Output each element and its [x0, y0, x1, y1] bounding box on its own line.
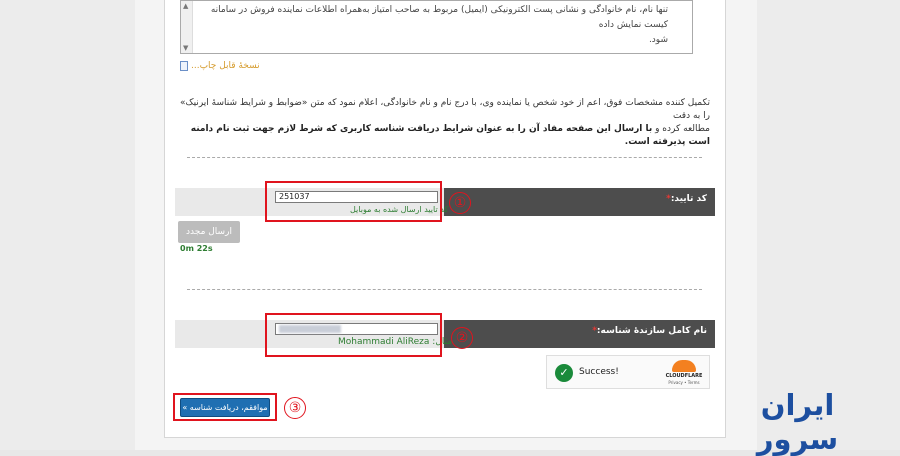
iranserver-logo: ایران سرور	[756, 388, 839, 456]
terms-line: مطالعه کرده و با ارسال این صفحه مفاد آن …	[180, 123, 710, 149]
agreement-text-line: شود.	[648, 35, 668, 45]
agree-submit-button[interactable]: موافقم، دریافت شناسه »	[180, 398, 270, 417]
resend-timer: 0m 22s	[180, 244, 213, 253]
captcha-status: Success!	[579, 367, 619, 377]
highlight-box-1	[265, 181, 442, 222]
terms-line: تکمیل کننده مشخصات فوق، اعم از خود شخص ی…	[180, 98, 710, 121]
callout-number-2: ②	[451, 327, 473, 349]
page-background-right	[757, 0, 900, 450]
divider	[187, 289, 702, 290]
cloudflare-logo: CLOUDFLARE Privacy • Terms	[662, 360, 706, 386]
verification-label-text: کد تایید:	[670, 194, 707, 204]
cloud-icon	[672, 360, 696, 372]
fullname-label-text: نام کامل سازندهٔ شناسه:	[596, 326, 707, 336]
cloudflare-wordmark: CLOUDFLARE	[665, 373, 703, 379]
agreement-textarea[interactable]: ▲ ▼ تنها نام، نام خانوادگی و نشانی پست ا…	[180, 0, 693, 54]
verification-label: کد تایید:*	[444, 188, 715, 216]
printable-version-label[interactable]: نسخهٔ قابل چاپ...	[191, 61, 260, 71]
agreement-text: تنها نام، نام خانوادگی و نشانی پست الکتر…	[185, 1, 672, 50]
page-background-left	[0, 0, 135, 450]
success-check-icon: ✓	[555, 364, 573, 382]
callout-number-3: ③	[284, 397, 306, 419]
terms-paragraph: تکمیل کننده مشخصات فوق، اعم از خود شخص ی…	[180, 97, 710, 149]
divider	[187, 157, 702, 158]
cloudflare-captcha-widget[interactable]: ✓ Success! CLOUDFLARE Privacy • Terms	[546, 355, 710, 389]
terms-plain: مطالعه کرده و	[652, 124, 710, 134]
captcha-links[interactable]: Privacy • Terms	[662, 380, 706, 385]
document-icon	[180, 61, 188, 71]
printable-version-link[interactable]: نسخهٔ قابل چاپ...	[180, 61, 260, 71]
resend-code-button[interactable]: ارسال مجدد	[178, 221, 240, 243]
terms-bold: با ارسال این صفحه مفاد آن را به عنوان شر…	[190, 124, 710, 147]
agreement-text-line: تنها نام، نام خانوادگی و نشانی پست الکتر…	[210, 5, 668, 30]
fullname-label: نام کامل سازندهٔ شناسه:*	[444, 320, 715, 348]
highlight-box-2	[265, 313, 442, 357]
callout-number-1: ①	[449, 192, 471, 214]
